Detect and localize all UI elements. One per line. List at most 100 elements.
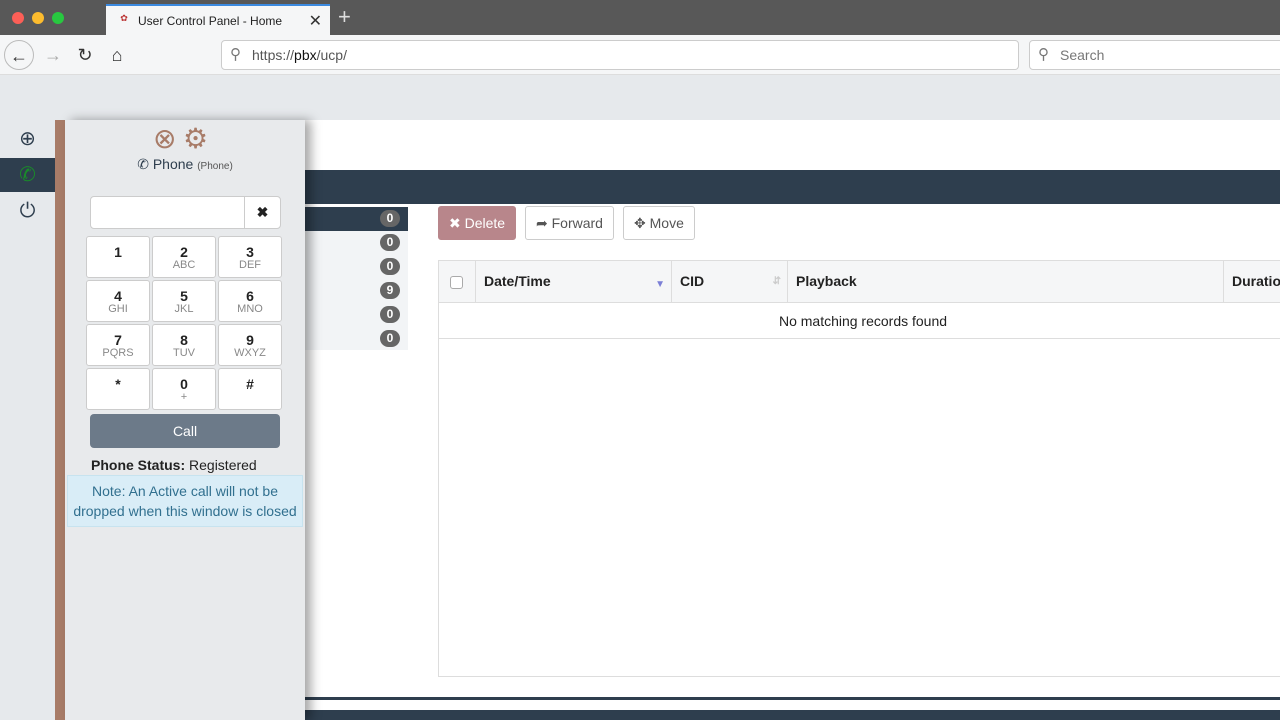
- folder-item[interactable]: 9: [305, 279, 408, 303]
- voicemail-table: Date/Time ▼ CID ⇵ Playback Duration No mat…: [438, 260, 1280, 677]
- phone-status: Phone Status: Registered: [91, 457, 257, 473]
- browser-tab-bar: ✿ User Control Panel - Home ✕ +: [0, 0, 1280, 35]
- select-all-checkbox[interactable]: [450, 276, 463, 289]
- dialpad-key[interactable]: #: [218, 368, 282, 410]
- close-window-button[interactable]: [12, 12, 24, 24]
- maximize-window-button[interactable]: [52, 12, 64, 24]
- folder-item[interactable]: 0: [305, 255, 408, 279]
- dialpad-key[interactable]: 4 GHI: [86, 280, 150, 322]
- dialpad-key[interactable]: 9 WXYZ: [218, 324, 282, 366]
- move-label: Move: [649, 215, 684, 231]
- delete-button[interactable]: ✖ Delete: [438, 206, 517, 240]
- phone-title: ✆ Phone (Phone): [65, 156, 305, 173]
- table-header: Date/Time ▼ CID ⇵ Playback Duration: [439, 261, 1280, 303]
- gear-icon[interactable]: ⚙: [183, 122, 208, 155]
- key-letters: JKL: [174, 303, 194, 315]
- folder-item[interactable]: 0: [305, 231, 408, 255]
- key-digit: *: [115, 376, 121, 392]
- share-icon: ➦: [536, 215, 548, 231]
- folder-item[interactable]: 0: [305, 327, 408, 351]
- dialpad-key[interactable]: 1: [86, 236, 150, 278]
- new-tab-button[interactable]: +: [338, 4, 351, 30]
- url-host: pbx: [294, 47, 317, 63]
- move-button[interactable]: ✥ Move: [623, 206, 695, 240]
- folder-item[interactable]: 0: [305, 207, 408, 231]
- phone-title-text: Phone: [152, 156, 194, 172]
- count-badge: 0: [380, 258, 400, 275]
- minimize-window-button[interactable]: [32, 12, 44, 24]
- key-letters: PQRS: [102, 347, 134, 359]
- dialpad: (function(){const d=JSON.parse(document.…: [86, 236, 282, 410]
- reload-button[interactable]: ↻: [70, 40, 100, 70]
- power-icon: ⏻: [19, 200, 36, 222]
- dialpad-key[interactable]: 8 TUV: [152, 324, 216, 366]
- left-nav: ⊕ ✆ ⏻: [0, 120, 55, 720]
- back-button[interactable]: ←: [4, 40, 34, 70]
- url-bar[interactable]: ⚲ https://pbx/ucp/: [221, 40, 1019, 70]
- key-letters: ABC: [172, 259, 196, 271]
- key-letters: TUV: [173, 347, 195, 359]
- search-input[interactable]: ⚲ Search: [1029, 40, 1280, 70]
- key-digit: 9: [246, 332, 254, 348]
- phone-icon: ✆: [137, 156, 149, 172]
- column-label: Playback: [796, 273, 857, 289]
- plus-circle-icon: ⊕: [19, 128, 36, 150]
- key-digit: 7: [114, 332, 122, 348]
- divider: [305, 697, 1280, 700]
- browser-toolbar: ← → ↻ ⌂ ⚲ https://pbx/ucp/ ⚲ Search: [0, 35, 1280, 75]
- column-datetime[interactable]: Date/Time ▼: [475, 261, 671, 302]
- column-duration[interactable]: Duration: [1223, 261, 1280, 302]
- close-icon: ✖: [256, 204, 269, 220]
- dialpad-key[interactable]: 7 PQRS: [86, 324, 150, 366]
- call-button[interactable]: Call: [90, 414, 280, 448]
- count-badge: 0: [380, 234, 400, 251]
- key-digit: #: [246, 376, 254, 392]
- column-label: Date/Time: [484, 273, 551, 289]
- count-badge: 0: [380, 330, 400, 347]
- home-button[interactable]: ⌂: [102, 40, 132, 70]
- search-icon: ⚲: [1038, 46, 1049, 63]
- count-badge: 0: [380, 210, 400, 227]
- dialpad-key[interactable]: *: [86, 368, 150, 410]
- dial-input[interactable]: [90, 196, 245, 229]
- info-note: Note: An Active call will not be dropped…: [67, 475, 303, 527]
- count-badge: 9: [380, 282, 400, 299]
- phone-panel: ⊗ ⚙ ✆ Phone (Phone) ✖ (function(){const …: [65, 120, 305, 720]
- forward-nav-button[interactable]: →: [38, 40, 68, 70]
- column-label: CID: [680, 273, 705, 289]
- footer-bar: [305, 710, 1280, 720]
- delete-label: Delete: [464, 215, 506, 231]
- dialpad-key[interactable]: 5 JKL: [152, 280, 216, 322]
- url-prefix: https://: [252, 47, 295, 63]
- logout-button[interactable]: ⏻: [0, 194, 55, 228]
- phone-nav-button[interactable]: ✆: [0, 158, 55, 192]
- tab-title: User Control Panel - Home: [138, 13, 283, 28]
- dialpad-key[interactable]: 2 ABC: [152, 236, 216, 278]
- column-playback: Playback: [787, 261, 1223, 302]
- key-letters: WXYZ: [234, 347, 266, 359]
- dialpad-key[interactable]: 3 DEF: [218, 236, 282, 278]
- dialpad-key[interactable]: 6 MNO: [218, 280, 282, 322]
- favicon-icon: ✿: [120, 12, 128, 23]
- status-value: Registered: [189, 457, 257, 473]
- key-digit: 6: [246, 288, 254, 304]
- forward-button[interactable]: ➦ Forward: [525, 206, 614, 240]
- key-digit: 8: [180, 332, 188, 348]
- dialpad-key[interactable]: 0 +: [152, 368, 216, 410]
- empty-message: No matching records found: [439, 303, 1280, 339]
- browser-tab[interactable]: ✿ User Control Panel - Home ✕: [106, 4, 330, 35]
- key-digit: 2: [180, 244, 188, 260]
- folder-list: (function(){const d=JSON.parse(document.…: [305, 207, 408, 350]
- close-circle-icon[interactable]: ⊗: [153, 122, 176, 155]
- close-tab-icon[interactable]: ✕: [309, 11, 322, 31]
- column-cid[interactable]: CID ⇵: [671, 261, 787, 302]
- search-icon: ⚲: [230, 46, 241, 63]
- key-digit: 4: [114, 288, 122, 304]
- phone-subtitle: (Phone): [197, 161, 233, 172]
- key-digit: 3: [246, 244, 254, 260]
- key-letters: GHI: [108, 303, 128, 315]
- folder-item[interactable]: 0: [305, 303, 408, 327]
- add-widget-button[interactable]: ⊕: [0, 122, 55, 156]
- url-path: /ucp/: [316, 47, 347, 63]
- clear-button[interactable]: ✖: [244, 196, 281, 229]
